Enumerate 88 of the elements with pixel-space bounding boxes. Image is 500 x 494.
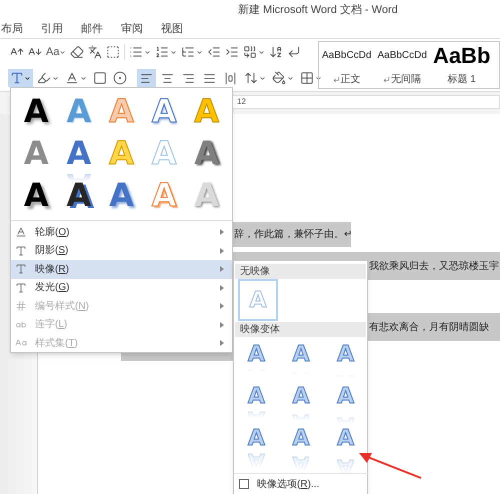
ruler-number: 12 [237, 96, 246, 108]
align-left-icon [140, 72, 153, 84]
caret-icon [287, 74, 294, 82]
increase-indent-icon [225, 45, 240, 59]
section-header: 无映像 [235, 264, 366, 280]
paint-bucket-icon [272, 71, 286, 85]
eraser-icon [70, 45, 84, 59]
ribbon-tab[interactable]: 视图 [161, 20, 183, 38]
submenu-arrow-icon [220, 340, 224, 346]
distribute-icon [224, 72, 237, 84]
style-preview: AaBb [432, 44, 490, 68]
baseline-letter-icon [15, 226, 27, 238]
caret-icon [170, 48, 178, 56]
text-effect-option[interactable]: A [142, 90, 186, 132]
ribbon-tab[interactable]: 邮件 [81, 20, 103, 38]
text-effect-option[interactable]: A [58, 132, 100, 174]
style-option[interactable]: AaBbCcDd 无间隔 [374, 42, 430, 88]
caret-icon [196, 48, 204, 56]
style-preview: AaBbCcDd [322, 48, 372, 62]
text-effect-option[interactable]: A [58, 174, 100, 216]
align-center-icon [161, 72, 174, 84]
character-layout-icon [243, 45, 258, 59]
style-name: 无间隔 [391, 72, 422, 86]
caret-icon [52, 74, 59, 82]
multilevel-list-icon [181, 45, 196, 59]
phonetic-guide-icon [88, 45, 102, 59]
section-header: 映像变体 [235, 322, 366, 337]
document-text: 有悲欢离合，月有阴晴圆缺 [369, 320, 489, 334]
submenu-arrow-icon [220, 303, 224, 310]
menu-item[interactable]: 发光(G) [11, 278, 232, 297]
align-justify-icon [203, 72, 216, 84]
ribbon-tab[interactable]: 审阅 [121, 20, 143, 38]
letter-icon [10, 71, 24, 85]
sort-icon [269, 45, 284, 59]
caret-icon [144, 48, 152, 56]
style-preview: AaBbCcDd [377, 48, 427, 62]
menu-item[interactable]: 映像(R) [11, 260, 232, 278]
submenu-arrow-icon [220, 248, 224, 254]
document-text: 我欲乘风归去，又恐琼楼玉宇 [369, 260, 499, 274]
change-case-button[interactable]: Aa [44, 43, 68, 61]
character-shading-icon [93, 71, 107, 85]
menu-item[interactable]: 阴影(S) [11, 242, 232, 260]
letter-icon [15, 263, 27, 276]
submenu-arrow-icon [220, 284, 224, 291]
style-option[interactable]: AaBb 标题 1 [430, 42, 494, 88]
ribbon-tab[interactable]: 引用 [41, 20, 63, 38]
paragraph-mark-icon [383, 76, 390, 82]
ribbon-tab[interactable]: 布局 [1, 20, 23, 38]
text-effect-option[interactable]: A [100, 174, 143, 216]
letter-icon [15, 244, 27, 257]
reflection-options-item[interactable]: 映像选项(R)... [234, 474, 367, 494]
caret-icon [24, 74, 31, 82]
highlighter-icon [37, 71, 51, 85]
checkbox[interactable] [239, 479, 249, 490]
menu-item[interactable]: 轮廓(O) [11, 223, 232, 242]
paragraph-mark-icon [332, 76, 340, 82]
enclose-character-button[interactable] [111, 69, 129, 87]
submenu-arrow-icon [220, 266, 224, 272]
enclose-character-icon [113, 71, 127, 85]
style-name: 正文 [340, 72, 361, 86]
caret-icon [259, 74, 266, 82]
text-effect-option[interactable]: A [15, 132, 58, 174]
submenu-arrow-icon [220, 229, 224, 236]
alignment-button[interactable] [137, 69, 156, 87]
paragraph-mark-icon [287, 45, 302, 59]
style-name: 标题 1 [447, 72, 476, 86]
submenu-arrow-icon [220, 322, 224, 328]
character-border-icon [106, 45, 120, 59]
window-title: 新建 Microsoft Word 文档 - Word [238, 2, 398, 18]
font-color-icon [65, 71, 79, 85]
borders-icon [300, 71, 314, 85]
text-effect-option[interactable]: A [15, 174, 58, 216]
line-spacing-icon [244, 71, 258, 85]
text-effect-option[interactable]: A [58, 90, 100, 132]
caret-icon [80, 74, 87, 82]
decrease-indent-icon [207, 45, 222, 59]
align-right-icon [182, 72, 195, 84]
caret-icon [59, 48, 66, 56]
caret-icon [258, 48, 266, 56]
hash-icon [15, 300, 27, 312]
style-option[interactable]: AaBbCcDd 正文 [319, 42, 374, 88]
document-text: 辞，作此篇，兼怀子由。↵ [234, 228, 352, 242]
text-effect-option[interactable]: A [185, 132, 228, 174]
text-effect-option[interactable]: A [142, 174, 186, 216]
text-effect-option[interactable]: A [15, 90, 58, 132]
letter-icon [15, 282, 27, 294]
numbered-list-icon [155, 45, 170, 59]
caret-icon [315, 74, 322, 82]
